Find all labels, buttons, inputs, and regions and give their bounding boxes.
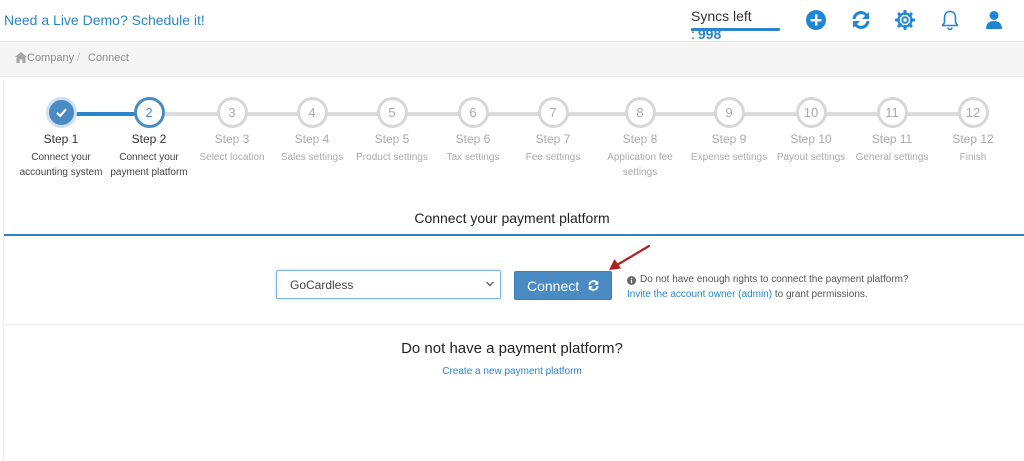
step-description: Application fee settings [607, 152, 673, 178]
syncs-counter: Syncs left :998 [691, 8, 780, 42]
step-8: 8 Step 8 Application fee settings [590, 97, 690, 180]
step-number: 7 [537, 97, 569, 128]
step-number: 6 [457, 97, 489, 128]
step-number: 3 [216, 97, 248, 128]
no-platform-title: Do not have a payment platform? [401, 340, 623, 357]
permissions-info-text: Do not have enough rights to connect the… [640, 274, 909, 285]
top-bar: Need a Live Demo? Schedule it! Syncs lef… [0, 0, 1024, 42]
live-demo-link[interactable]: Need a Live Demo? Schedule it! [4, 12, 205, 28]
step-number: 11 [876, 97, 908, 128]
content-divider [4, 324, 1024, 325]
step-description: Finish [959, 152, 987, 163]
plus-circle-icon[interactable] [805, 9, 827, 31]
chevron-down-icon [486, 281, 494, 287]
permissions-info-suffix: to grant permissions. [772, 289, 868, 300]
bell-icon[interactable] [939, 9, 961, 31]
breadcrumb-item-connect: Connect [88, 52, 129, 64]
platform-select-value: GoCardless [290, 278, 354, 292]
step-number: 5 [376, 97, 408, 128]
step-number: 10 [795, 97, 827, 128]
step-1: Step 1 Connect your accounting system [11, 97, 111, 180]
home-icon [15, 52, 27, 63]
step-number: 8 [624, 97, 656, 128]
step-title: Step 1 [43, 132, 79, 146]
step-number: 4 [296, 97, 328, 128]
step-title: Step 12 [952, 132, 994, 146]
setup-stepper: Step 1 Connect your accounting system 2 Ste… [0, 92, 1024, 192]
step-description: Fee settings [525, 152, 581, 163]
connect-button-label: Connect [527, 277, 580, 294]
payment-platform-select[interactable]: GoCardless [276, 270, 501, 299]
refresh-icon [588, 280, 599, 291]
step-7: 7 Step 7 Fee settings [503, 97, 603, 165]
invite-owner-link[interactable]: Invite the account owner (admin) [627, 289, 772, 300]
gear-icon[interactable] [894, 9, 916, 31]
sync-icon[interactable] [850, 9, 872, 31]
breadcrumb: Company / Connect [0, 43, 1024, 77]
section-title: Connect your payment platform [414, 210, 610, 226]
app-root: Need a Live Demo? Schedule it! Syncs lef… [0, 0, 1024, 461]
step-title: Step 8 [622, 132, 658, 146]
step-number: 2 [133, 97, 165, 128]
section-divider [4, 234, 1024, 236]
annotation-arrow-icon [609, 244, 651, 270]
step-check-icon [45, 97, 77, 128]
step-number: 9 [713, 97, 745, 128]
permissions-info-line: Invite the account owner (admin) to gran… [627, 289, 868, 300]
breadcrumb-separator: / [77, 52, 81, 64]
user-icon[interactable] [983, 9, 1005, 31]
step-number: 12 [957, 97, 989, 128]
breadcrumb-item-company[interactable]: Company [27, 52, 74, 64]
create-platform-link[interactable]: Create a new payment platform [0, 366, 1024, 377]
info-icon [627, 276, 636, 285]
connect-button[interactable]: Connect [514, 271, 612, 300]
step-description: Connect your accounting system [19, 152, 103, 178]
step-12: 12 Step 12 Finish [923, 97, 1023, 165]
step-title: Step 7 [535, 132, 571, 146]
syncs-bar [691, 28, 780, 31]
